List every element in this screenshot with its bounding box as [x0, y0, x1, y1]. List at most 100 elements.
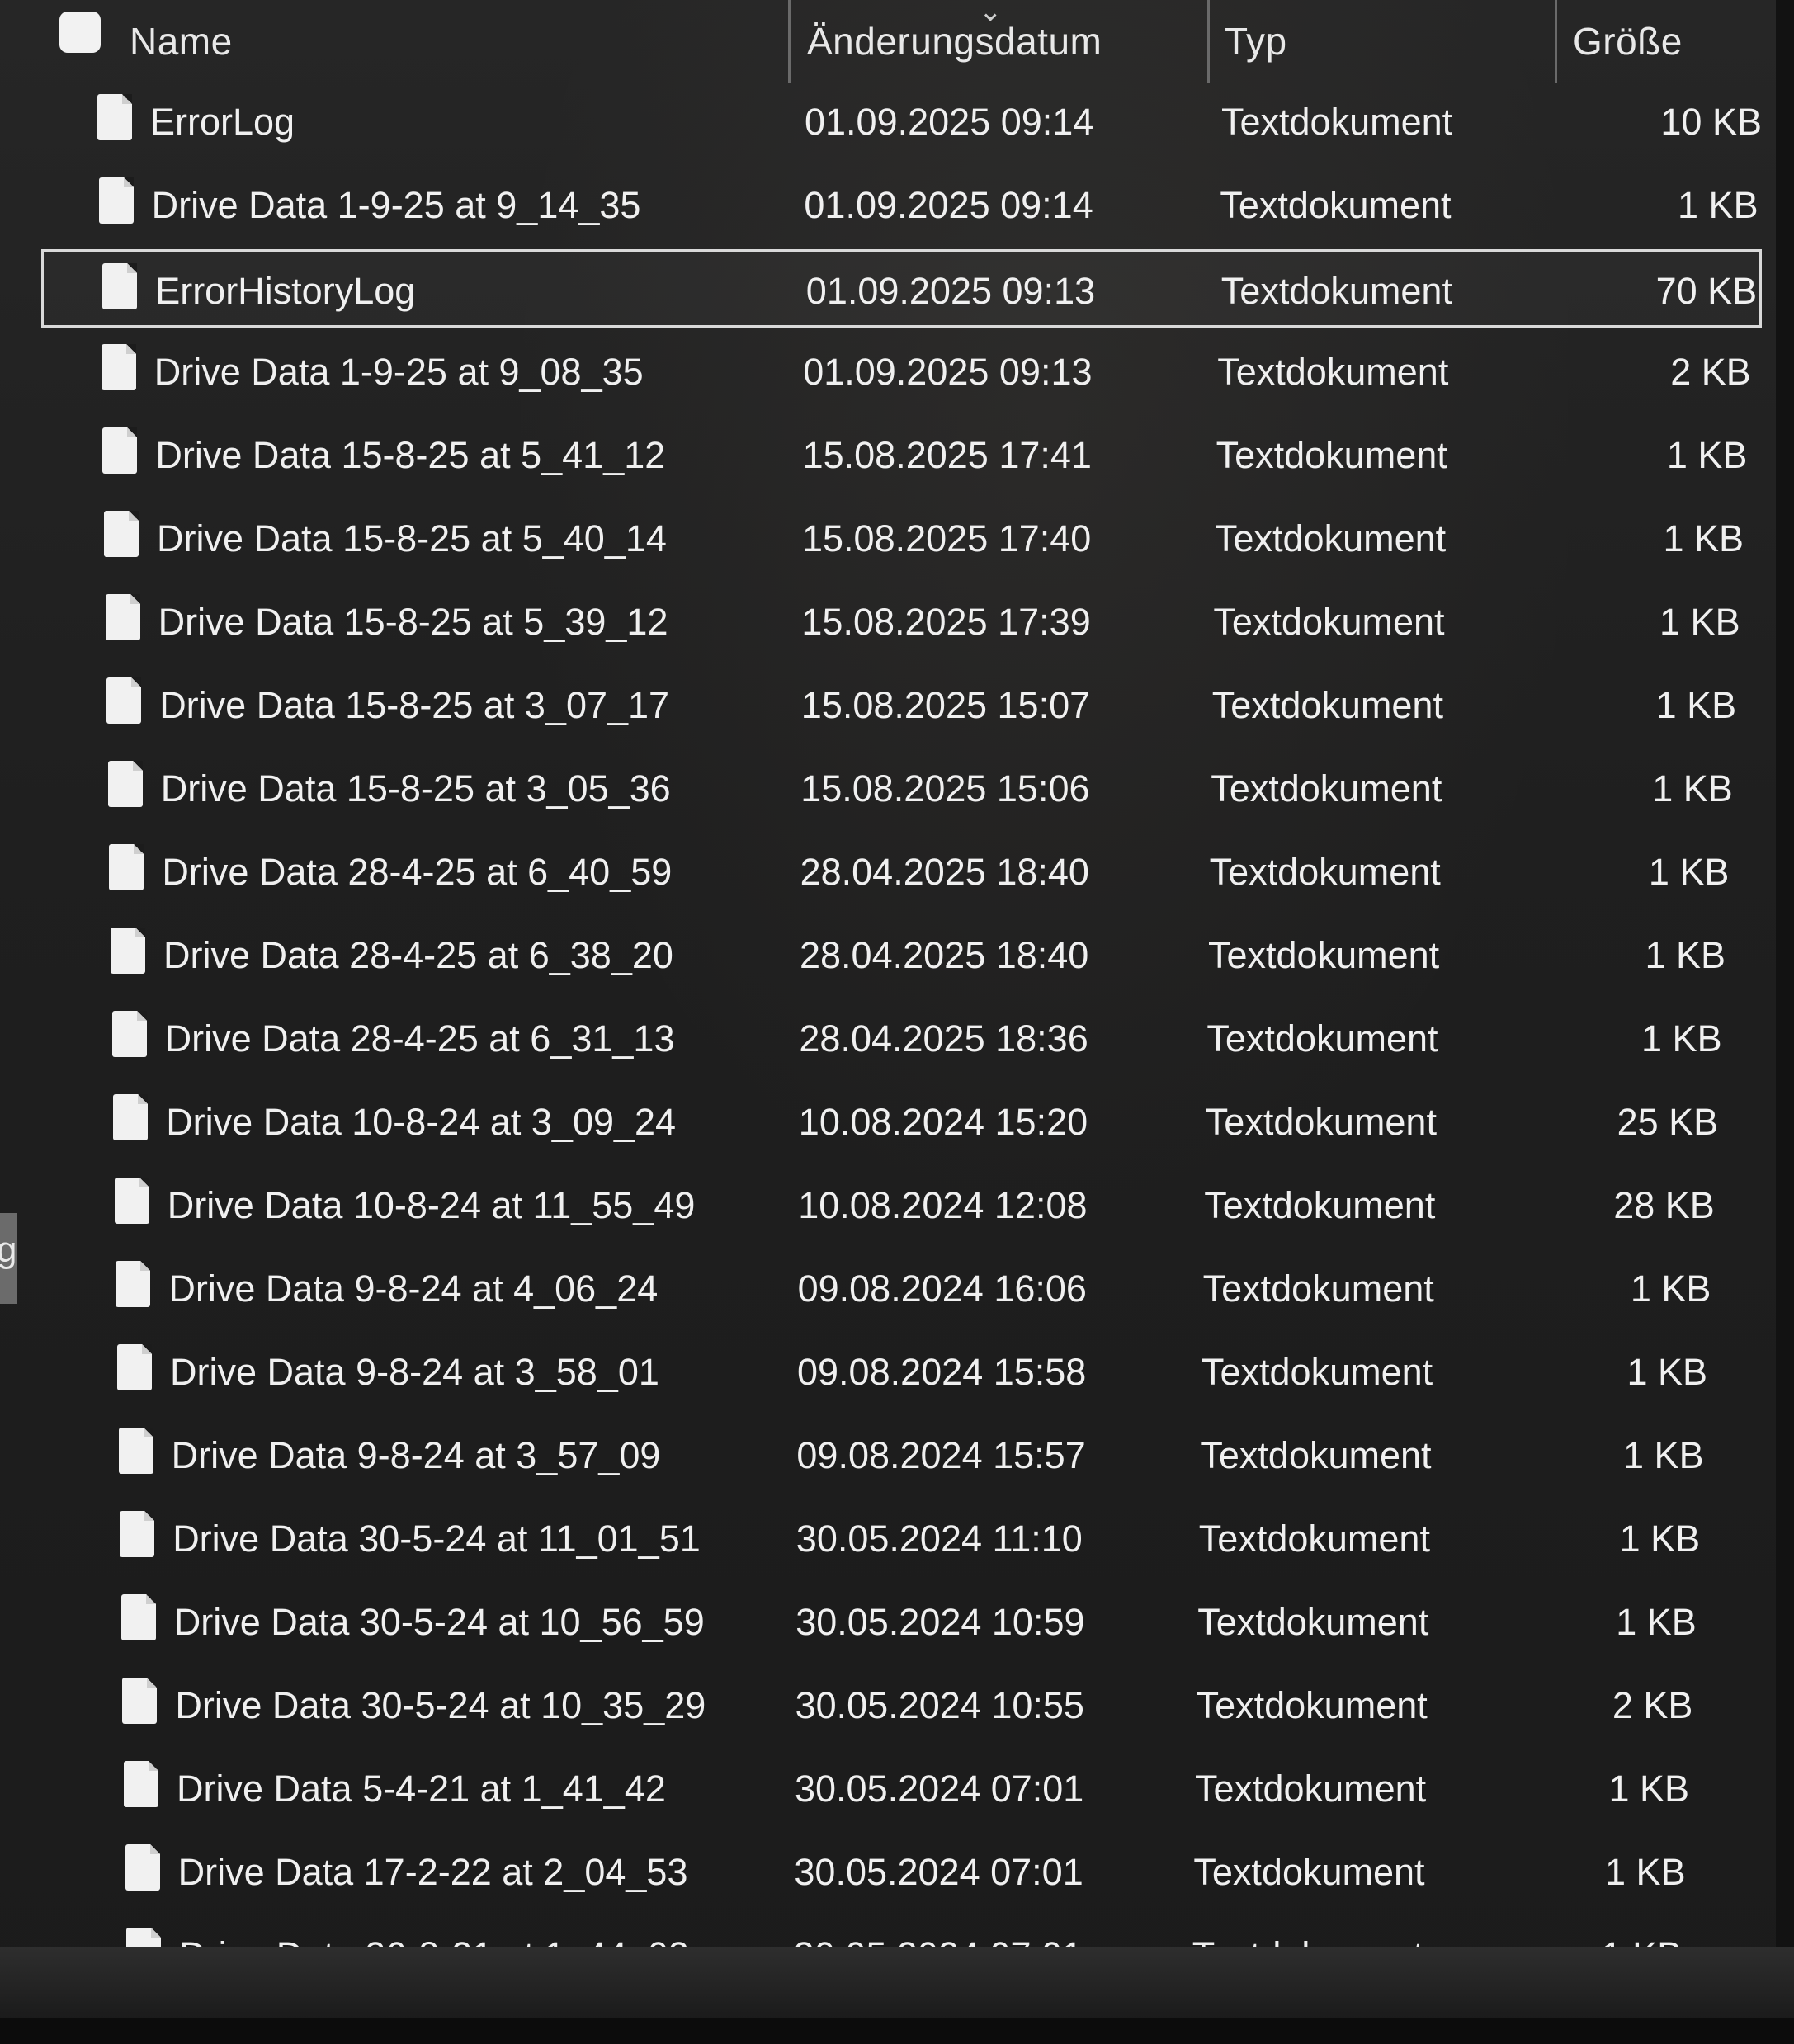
column-header-type[interactable]: Typ	[1225, 0, 1287, 83]
file-modified-date: 09.08.2024 15:58	[797, 1350, 1087, 1393]
file-name: Drive Data 5-4-21 at 1_41_42	[177, 1767, 666, 1810]
file-row[interactable]: Drive Data 28-4-25 at 6_38_20 28.04.2025 …	[41, 916, 1762, 994]
file-row[interactable]: ErrorLog 01.09.2025 09:14 Textdokument 10 K…	[41, 83, 1762, 161]
file-modified-date: 30.05.2024 10:59	[795, 1600, 1085, 1643]
file-type: Textdokument	[1205, 1100, 1437, 1143]
navigation-pane-letter: g	[0, 1230, 17, 1270]
column-divider[interactable]	[788, 0, 791, 83]
window-right-edge	[1776, 0, 1794, 1947]
text-file-icon	[120, 1594, 156, 1640]
file-name: Drive Data 15-8-25 at 5_41_12	[155, 433, 666, 476]
file-size: 28 KB	[1613, 1183, 1715, 1226]
file-list: ErrorLog 01.09.2025 09:14 Textdokument 10 K…	[0, 83, 1794, 1976]
file-size: 25 KB	[1617, 1100, 1719, 1143]
file-row[interactable]: Drive Data 30-5-24 at 10_35_29 30.05.2024…	[41, 1666, 1762, 1744]
file-row[interactable]: Drive Data 9-8-24 at 3_57_09 09.08.2024 1…	[41, 1416, 1762, 1494]
column-divider[interactable]	[1555, 0, 1557, 83]
select-all-checkbox[interactable]	[59, 12, 101, 53]
file-type: Textdokument	[1195, 1767, 1427, 1810]
file-size: 1 KB	[1641, 1017, 1722, 1060]
file-row[interactable]: Drive Data 9-8-24 at 3_58_01 09.08.2024 1…	[41, 1333, 1762, 1411]
file-size: 1 KB	[1655, 683, 1737, 726]
file-row[interactable]: Drive Data 1-9-25 at 9_14_35 01.09.2025 0…	[41, 166, 1762, 244]
file-size: 1 KB	[1648, 850, 1730, 893]
file-row[interactable]: ErrorHistoryLog 01.09.2025 09:13 Textdokum…	[41, 249, 1762, 328]
file-name: Drive Data 1-9-25 at 9_14_35	[151, 183, 641, 226]
file-name: Drive Data 28-4-25 at 6_31_13	[164, 1017, 675, 1060]
file-type: Textdokument	[1221, 100, 1453, 143]
file-name: ErrorLog	[150, 100, 295, 143]
file-name: Drive Data 9-8-24 at 3_57_09	[171, 1433, 661, 1476]
file-size: 1 KB	[1626, 1350, 1707, 1393]
file-size: 10 KB	[1660, 100, 1762, 143]
file-row[interactable]: Drive Data 15-8-25 at 5_39_12 15.08.2025 …	[41, 583, 1762, 661]
file-modified-date: 10.08.2024 12:08	[798, 1183, 1088, 1226]
file-type: Textdokument	[1217, 350, 1449, 393]
text-file-icon	[114, 1178, 149, 1224]
file-name: Drive Data 15-8-25 at 5_39_12	[158, 600, 668, 643]
file-modified-date: 09.08.2024 16:06	[797, 1267, 1087, 1310]
file-type: Textdokument	[1197, 1600, 1429, 1643]
file-row[interactable]: Drive Data 15-8-25 at 3_05_36 15.08.2025 …	[41, 749, 1762, 828]
file-size: 1 KB	[1623, 1433, 1704, 1476]
file-type: Textdokument	[1220, 183, 1452, 226]
file-type: Textdokument	[1202, 1350, 1433, 1393]
file-modified-date: 10.08.2024 15:20	[798, 1100, 1088, 1143]
file-modified-date: 28.04.2025 18:40	[800, 850, 1089, 893]
text-file-icon	[107, 761, 143, 807]
column-header-bar: Name ⌄ Änderungsdatum Typ Größe	[0, 0, 1794, 83]
column-divider[interactable]	[1207, 0, 1210, 83]
text-file-icon	[117, 1344, 152, 1390]
text-file-icon	[104, 511, 139, 557]
file-row[interactable]: Drive Data 28-4-25 at 6_40_59 28.04.2025 …	[41, 833, 1762, 911]
text-file-icon	[113, 1094, 149, 1140]
text-file-icon	[125, 1844, 160, 1891]
file-modified-date: 15.08.2025 15:06	[800, 767, 1090, 810]
file-modified-date: 30.05.2024 07:01	[795, 1767, 1084, 1810]
file-type: Textdokument	[1206, 1017, 1438, 1060]
file-name: Drive Data 1-9-25 at 9_08_35	[153, 350, 644, 393]
column-header-date[interactable]: Änderungsdatum	[807, 0, 1102, 83]
file-row[interactable]: Drive Data 30-5-24 at 11_01_51 30.05.2024…	[41, 1499, 1762, 1578]
file-name: Drive Data 10-8-24 at 3_09_24	[166, 1100, 677, 1143]
monitor-bezel	[0, 2018, 1794, 2044]
file-name: Drive Data 9-8-24 at 4_06_24	[168, 1267, 659, 1310]
file-modified-date: 30.05.2024 11:10	[795, 1517, 1083, 1560]
text-file-icon	[105, 594, 140, 640]
file-size: 2 KB	[1670, 350, 1751, 393]
column-header-name[interactable]: Name	[130, 0, 233, 83]
file-name: Drive Data 15-8-25 at 3_05_36	[160, 767, 671, 810]
file-row[interactable]: Drive Data 10-8-24 at 11_55_49 10.08.2024…	[41, 1166, 1762, 1244]
file-type: Textdokument	[1202, 1267, 1434, 1310]
file-modified-date: 01.09.2025 09:14	[804, 183, 1093, 226]
file-size: 1 KB	[1605, 1850, 1686, 1893]
file-modified-date: 28.04.2025 18:40	[800, 933, 1089, 976]
file-type: Textdokument	[1211, 767, 1442, 810]
file-row[interactable]: Drive Data 15-8-25 at 5_41_12 15.08.2025 …	[41, 416, 1762, 494]
file-row[interactable]: Drive Data 9-8-24 at 4_06_24 09.08.2024 1…	[41, 1249, 1762, 1328]
file-name: Drive Data 30-5-24 at 11_01_51	[172, 1517, 701, 1560]
file-row[interactable]: Drive Data 5-4-21 at 1_41_42 30.05.2024 0…	[41, 1749, 1762, 1828]
file-row[interactable]: Drive Data 30-5-24 at 10_56_59 30.05.2024…	[41, 1583, 1762, 1661]
file-row[interactable]: Drive Data 10-8-24 at 3_09_24 10.08.2024 …	[41, 1083, 1762, 1161]
file-type: Textdokument	[1193, 1850, 1425, 1893]
file-row[interactable]: Drive Data 17-2-22 at 2_04_53 30.05.2024 …	[41, 1833, 1762, 1911]
file-modified-date: 09.08.2024 15:57	[796, 1433, 1086, 1476]
text-file-icon	[111, 1011, 147, 1057]
text-file-icon	[111, 928, 145, 974]
file-row[interactable]: Drive Data 15-8-25 at 3_07_17 15.08.2025 …	[41, 666, 1762, 744]
text-file-icon	[120, 1511, 155, 1557]
file-modified-date: 01.09.2025 09:13	[803, 350, 1093, 393]
text-file-icon	[102, 263, 138, 309]
file-modified-date: 01.09.2025 09:14	[805, 100, 1094, 143]
file-size: 1 KB	[1630, 1267, 1711, 1310]
file-row[interactable]: Drive Data 15-8-25 at 5_40_14 15.08.2025 …	[41, 499, 1762, 578]
file-row[interactable]: Drive Data 28-4-25 at 6_31_13 28.04.2025 …	[41, 999, 1762, 1078]
file-type: Textdokument	[1213, 600, 1445, 643]
file-name: Drive Data 30-5-24 at 10_56_59	[173, 1600, 705, 1643]
column-header-size[interactable]: Größe	[1573, 0, 1683, 83]
file-modified-date: 30.05.2024 07:01	[794, 1850, 1083, 1893]
file-name: Drive Data 17-2-22 at 2_04_53	[177, 1850, 688, 1893]
file-size: 1 KB	[1645, 933, 1726, 976]
file-row[interactable]: Drive Data 1-9-25 at 9_08_35 01.09.2025 0…	[41, 333, 1762, 411]
